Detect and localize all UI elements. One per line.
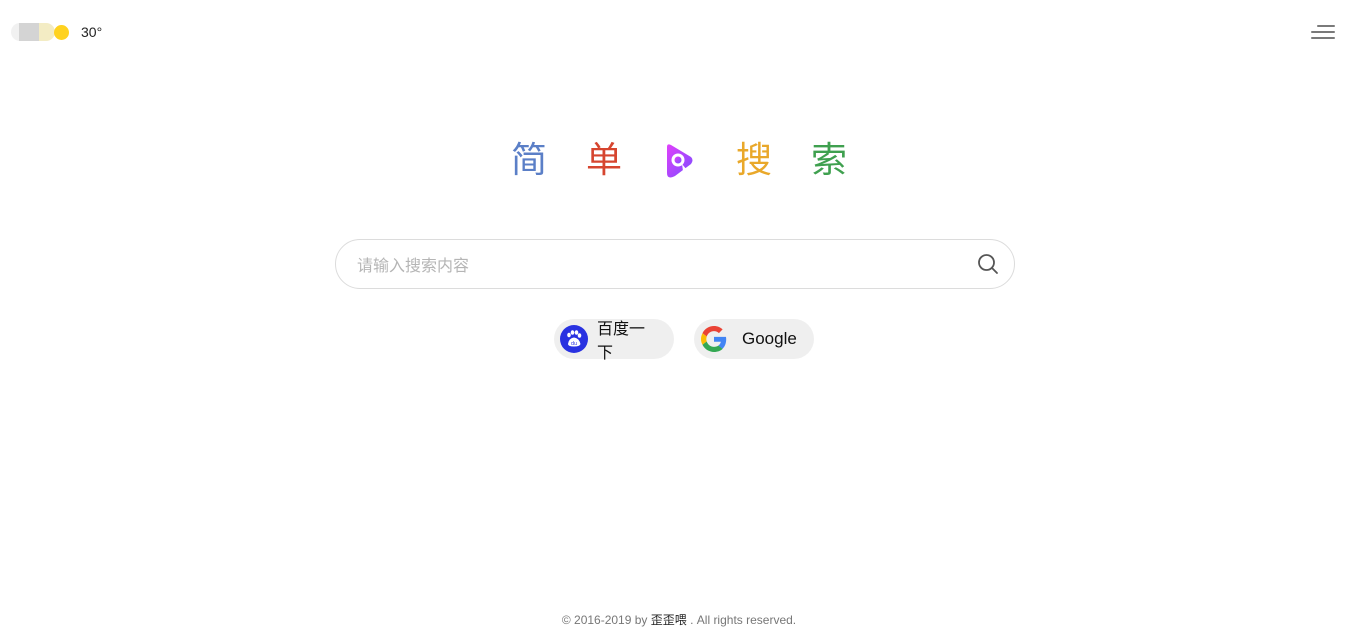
search-engine-buttons: du 百度一下 Google [0, 319, 1358, 362]
logo-char-4: 索 [810, 140, 847, 181]
footer-author-link[interactable]: 歪歪喂 [651, 613, 687, 627]
svg-text:du: du [571, 341, 577, 347]
google-button-label: Google [742, 329, 797, 348]
site-logo: 简 单 搜 索 [0, 138, 1358, 184]
temperature-text: 30° [81, 24, 103, 40]
baidu-button-label: 百度一下 [597, 319, 646, 362]
partly-cloudy-sun-icon [11, 20, 71, 44]
search-input[interactable] [355, 240, 969, 290]
logo-char-3: 搜 [735, 140, 772, 181]
google-g-icon [700, 325, 728, 353]
footer-suffix: . All rights reserved. [686, 613, 797, 627]
search-icon[interactable] [976, 252, 1000, 276]
logo-char-2: 单 [585, 140, 622, 181]
footer-copyright: © 2016-2019 by 歪歪喂 . All rights reserved… [0, 611, 1358, 628]
page: 30° 简 单 搜 索 请输入搜索内容 du 百度一下 Google © 201… [0, 0, 1358, 639]
google-search-button[interactable]: Google [694, 319, 814, 359]
baidu-search-button[interactable]: du 百度一下 [554, 319, 674, 362]
play-search-logo-icon [642, 138, 717, 184]
logo-char-1: 简 [510, 140, 547, 181]
weather-widget[interactable]: 30° [11, 19, 102, 45]
footer-prefix: © 2016-2019 by [561, 613, 651, 627]
baidu-paw-icon: du [560, 325, 588, 353]
hamburger-menu-icon[interactable] [1309, 22, 1335, 42]
search-box [335, 239, 1015, 290]
